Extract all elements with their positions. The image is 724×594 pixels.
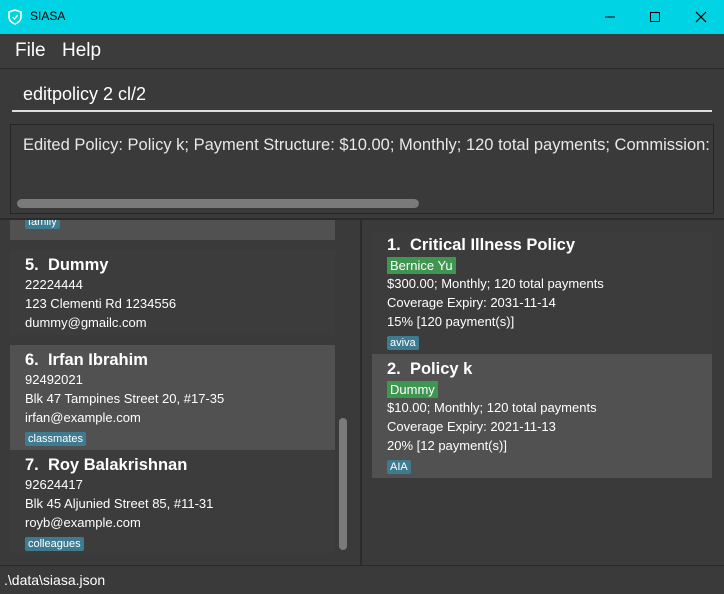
person-card-partial[interactable]: family [10,220,335,240]
vertical-scrollbar[interactable] [339,418,347,550]
policy-tag: aviva [387,336,419,350]
person-tag: family [25,220,60,229]
command-box [0,68,724,119]
close-icon [695,11,707,23]
menu-file[interactable]: File [15,40,46,62]
person-tag: colleagues [25,537,84,551]
person-phone: 92624417 [25,477,83,492]
command-input[interactable] [12,78,712,112]
policy-title: 1. Critical Illness Policy [387,236,576,254]
policy-commission: 20% [12 payment(s)] [387,438,507,453]
maximize-button[interactable] [632,0,678,34]
close-button[interactable] [678,0,724,34]
policy-owner-tag: Bernice Yu [387,257,456,274]
policy-expiry: Coverage Expiry: 2021-11-13 [387,419,556,434]
person-tag: classmates [25,432,87,446]
person-email: irfan@example.com [25,410,141,425]
person-email: royb@example.com [25,515,141,530]
menu-bar: File Help [0,34,724,68]
policy-owner-tag: Dummy [387,381,438,398]
maximize-icon [650,12,660,22]
person-address: Blk 45 Aljunied Street 85, #11-31 [25,496,214,511]
status-bar: .\data\siasa.json [0,565,724,594]
policy-commission: 15% [120 payment(s)] [387,314,515,329]
menu-help[interactable]: Help [62,40,101,62]
person-name: 7. Roy Balakrishnan [25,456,188,474]
minimize-button[interactable] [587,0,633,34]
data-file-path: .\data\siasa.json [4,572,106,588]
person-phone: 22224444 [25,277,83,292]
person-name: 5. Dummy [25,256,109,274]
window-title: SIASA [30,9,66,23]
person-card[interactable]: 7. Roy Balakrishnan 92624417 Blk 45 Alju… [10,450,335,553]
person-card[interactable]: 6. Irfan Ibrahim 92492021 Blk 47 Tampine… [10,345,335,450]
shield-app-icon [8,9,22,25]
policy-card[interactable]: 2. Policy k Dummy $10.00; Monthly; 120 t… [372,354,712,478]
policy-card[interactable]: 1. Critical Illness Policy Bernice Yu $3… [372,232,712,354]
minimize-icon [605,16,615,18]
person-phone: 92492021 [25,372,83,387]
policy-list-panel: 1. Critical Illness Policy Bernice Yu $3… [362,220,724,565]
person-address: Blk 47 Tampines Street 20, #17-35 [25,391,225,406]
result-text: Edited Policy: Policy k; Payment Structu… [23,136,713,154]
policy-payment: $300.00; Monthly; 120 total payments [387,276,604,291]
person-name: 6. Irfan Ibrahim [25,351,148,369]
person-address: 123 Clementi Rd 1234556 [25,296,177,311]
policy-tag: AIA [387,460,411,474]
person-list-panel: family 5. Dummy 22224444 123 Clementi Rd… [0,220,360,565]
person-email: dummy@gmailc.com [25,315,147,330]
result-display: Edited Policy: Policy k; Payment Structu… [10,124,714,214]
horizontal-scrollbar[interactable] [17,199,419,208]
policy-expiry: Coverage Expiry: 2031-11-14 [387,295,556,310]
title-bar: SIASA [0,0,724,34]
policy-title: 2. Policy k [387,360,473,378]
policy-payment: $10.00; Monthly; 120 total payments [387,400,597,415]
person-card[interactable]: 5. Dummy 22224444 123 Clementi Rd 123455… [10,250,335,335]
